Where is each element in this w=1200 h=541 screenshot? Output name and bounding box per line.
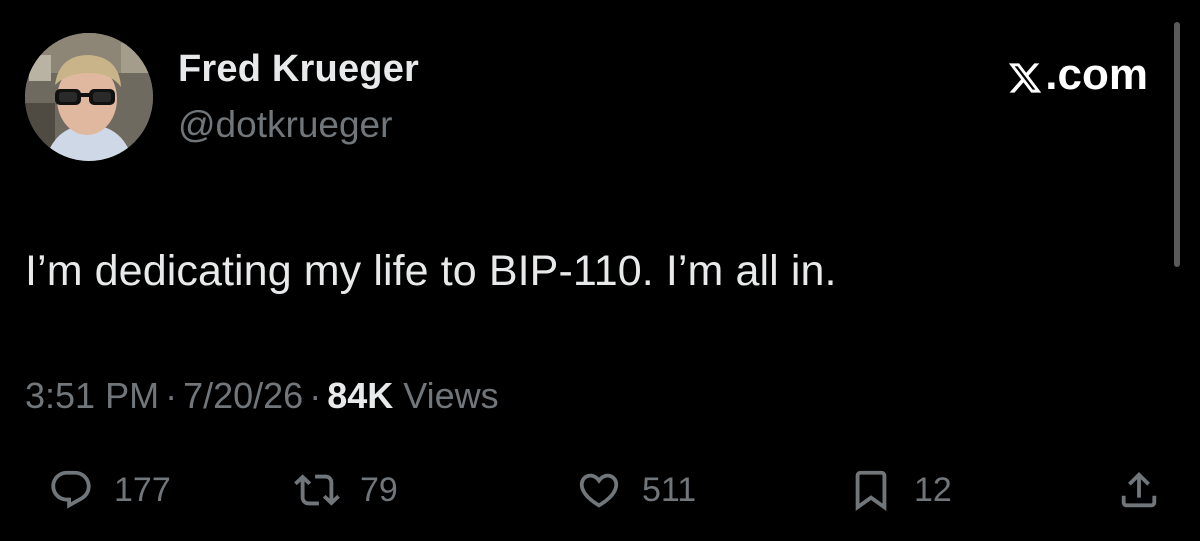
meta-separator: · [309,375,322,416]
tweet-date[interactable]: 7/20/26 [183,375,303,416]
x-logo-icon [1007,57,1043,93]
tweet-text: I’m dedicating my life to BIP-110. I’m a… [25,247,837,295]
views-count: 84K [327,375,394,416]
tweet-time[interactable]: 3:51 PM [25,375,159,416]
meta-separator: · [165,375,178,416]
action-bar: 177 79 511 12 [0,462,1200,518]
share-icon [1116,467,1162,513]
reply-count: 177 [114,470,171,509]
scrollbar[interactable] [1174,22,1180,267]
avatar-image [25,33,153,161]
heart-icon [576,467,622,513]
bookmark-count: 12 [914,470,952,509]
brand-domain-label: .com [1045,50,1148,99]
bookmark-icon [848,467,894,513]
author-handle[interactable]: @dotkrueger [178,104,392,146]
like-count: 511 [642,470,697,509]
avatar[interactable] [25,33,153,161]
reply-button[interactable]: 177 [48,462,171,518]
share-button[interactable] [1116,462,1162,518]
retweet-count: 79 [360,470,398,509]
reply-icon [48,467,94,513]
author-display-name[interactable]: Fred Krueger [178,48,419,91]
retweet-button[interactable]: 79 [294,462,398,518]
brand-logo: .com [1007,50,1148,100]
views-label: Views [403,375,499,416]
tweet-meta: 3:51 PM · 7/20/26 · 84K Views [25,375,499,417]
retweet-icon [294,467,340,513]
bookmark-button[interactable]: 12 [848,462,952,518]
tweet-card: Fred Krueger @dotkrueger .com I’m dedica… [0,0,1200,541]
like-button[interactable]: 511 [576,462,696,518]
